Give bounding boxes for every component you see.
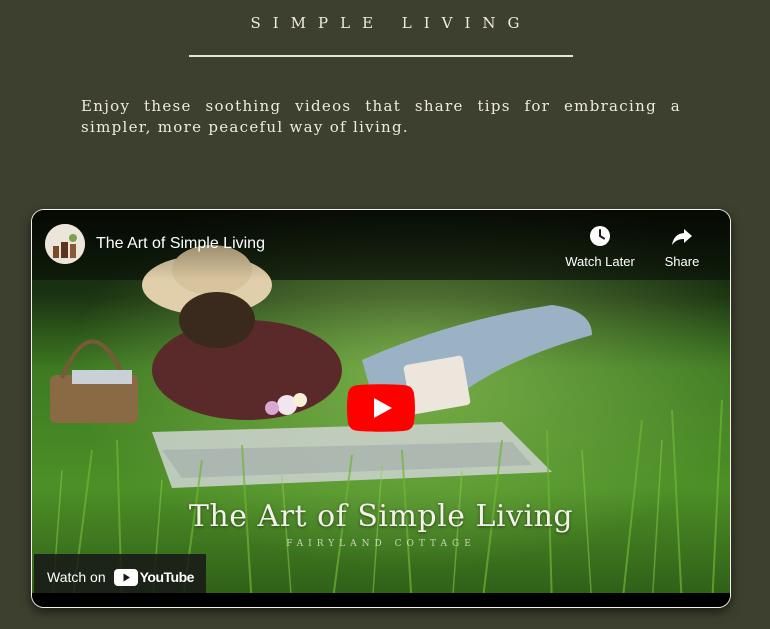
watch-on-label: Watch on (47, 569, 106, 585)
title-divider (189, 55, 573, 57)
play-button-icon (347, 384, 415, 432)
clock-icon (590, 226, 610, 246)
share-label: Share (664, 254, 700, 269)
video-bottom-bar (32, 593, 730, 607)
share-button[interactable]: Share (642, 224, 722, 269)
video-title-link[interactable]: The Art of Simple Living (96, 235, 265, 253)
watch-later-label: Watch Later (565, 254, 635, 269)
thumbnail-subtitle-text: FAIRYLAND COTTAGE (286, 539, 476, 549)
youtube-wordmark: YouTube (139, 569, 195, 585)
watch-later-button[interactable]: Watch Later (560, 224, 640, 269)
youtube-logo-icon: YouTube (113, 568, 195, 586)
thumbnail-title-text: The Art of Simple Living (188, 499, 574, 534)
section-title: SIMPLE LIVING (250, 14, 532, 32)
channel-avatar[interactable] (45, 224, 85, 264)
share-arrow-icon (672, 229, 692, 245)
video-embed[interactable]: The Art of Simple Living Watch Later Sha… (31, 209, 731, 608)
intro-text: Enjoy these soothing videos that share t… (81, 97, 681, 136)
play-button[interactable] (347, 384, 415, 432)
page: SIMPLE LIVING Enjoy these soothing video… (0, 0, 770, 629)
